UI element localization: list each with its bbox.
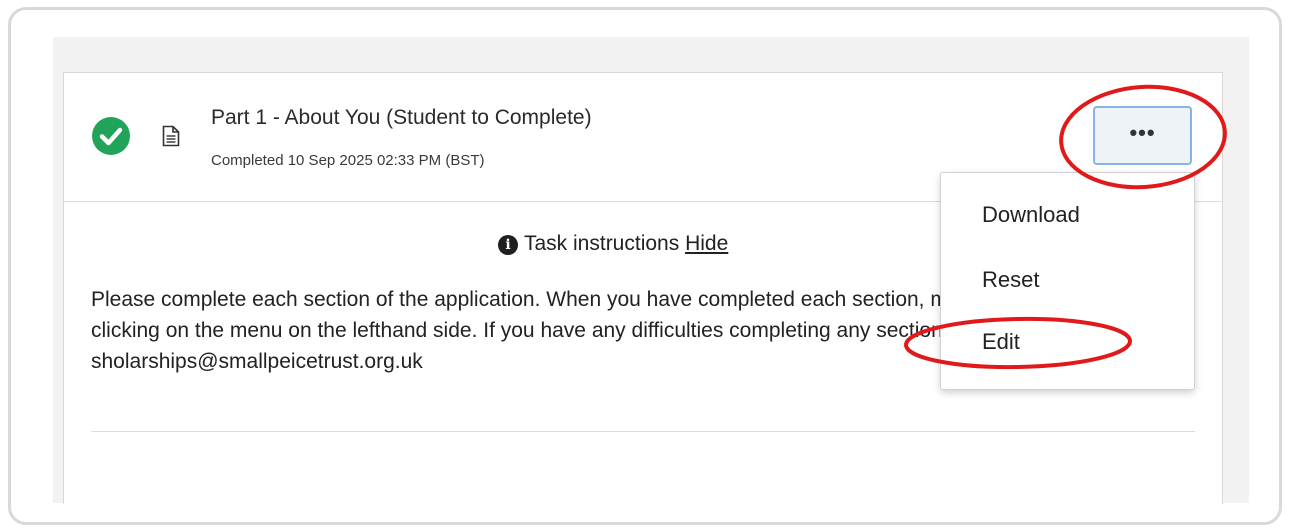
hide-instructions-link[interactable]: Hide xyxy=(685,232,728,255)
info-icon: i xyxy=(498,235,518,255)
task-status: Completed 10 Sep 2025 02:33 PM (BST) xyxy=(211,152,485,169)
more-icon: ••• xyxy=(1129,120,1156,145)
task-instructions-header: i Task instructions Hide xyxy=(498,232,728,256)
task-title: Part 1 - About You (Student to Complete) xyxy=(211,106,592,129)
document-icon xyxy=(162,125,180,147)
options-dropdown-menu: Download Reset Edit xyxy=(940,172,1195,390)
menu-item-edit[interactable]: Edit xyxy=(982,329,1020,355)
menu-item-download[interactable]: Download xyxy=(982,202,1080,228)
divider xyxy=(91,431,1195,432)
menu-item-reset[interactable]: Reset xyxy=(982,267,1039,293)
instructions-label: Task instructions xyxy=(524,232,680,255)
check-circle-icon xyxy=(92,117,130,155)
more-options-button[interactable]: ••• xyxy=(1093,106,1192,165)
